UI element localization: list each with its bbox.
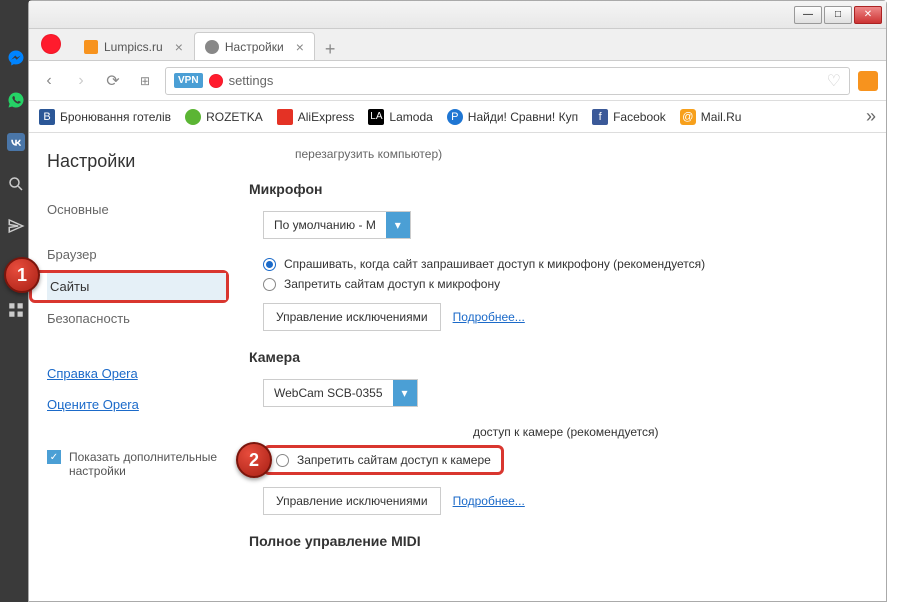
section-camera: Камера bbox=[249, 349, 866, 365]
gear-icon bbox=[205, 40, 219, 54]
vk-icon[interactable] bbox=[6, 132, 26, 152]
camera-radio-ask[interactable]: xx доступ к камере (рекомендуется) bbox=[263, 425, 866, 439]
highlight-sites: 1 Сайты bbox=[29, 270, 229, 303]
whatsapp-icon[interactable] bbox=[6, 90, 26, 110]
bookmark-item[interactable]: @Mail.Ru bbox=[680, 109, 742, 125]
tab-close-icon[interactable]: × bbox=[296, 39, 304, 55]
nav-security[interactable]: Безопасность bbox=[47, 303, 229, 334]
mic-select[interactable]: По умолчанию - М ▾ bbox=[263, 211, 411, 239]
camera-select[interactable]: WebCam SCB-0355 ▾ bbox=[263, 379, 418, 407]
forward-button[interactable]: › bbox=[69, 69, 93, 93]
radio-label: Запретить сайтам доступ к камере bbox=[297, 453, 491, 467]
truncated-text: перезагрузить компьютер) bbox=[295, 147, 866, 161]
select-value: WebCam SCB-0355 bbox=[264, 380, 393, 406]
settings-title: Настройки bbox=[47, 151, 229, 172]
checkbox-icon: ✓ bbox=[47, 450, 61, 464]
title-bar: — □ ✕ bbox=[29, 1, 886, 29]
step-badge-2: 2 bbox=[236, 442, 272, 478]
send-icon[interactable] bbox=[6, 216, 26, 236]
show-advanced-label: Показать дополнительные настройки bbox=[69, 450, 229, 478]
help-link[interactable]: Справка Opera bbox=[47, 366, 138, 381]
nav-browser[interactable]: Браузер bbox=[47, 239, 229, 270]
mic-radio-deny[interactable]: Запретить сайтам доступ к микрофону bbox=[263, 277, 866, 291]
opera-icon bbox=[209, 74, 223, 88]
close-button[interactable]: ✕ bbox=[854, 6, 882, 24]
bookmark-item[interactable]: ROZETKA bbox=[185, 109, 263, 125]
rate-link[interactable]: Оцените Opera bbox=[47, 397, 139, 412]
camera-radio-deny[interactable]: Запретить сайтам доступ к камере bbox=[276, 453, 491, 467]
settings-nav: Настройки Основные Браузер 1 Сайты Безоп… bbox=[29, 133, 229, 601]
tab-lumpics[interactable]: Lumpics.ru × bbox=[73, 32, 194, 60]
bookmark-item[interactable]: AliExpress bbox=[277, 109, 355, 125]
favicon-icon bbox=[84, 40, 98, 54]
nav-sites[interactable]: Сайты bbox=[47, 273, 226, 300]
radio-label: Запретить сайтам доступ к микрофону bbox=[284, 277, 500, 291]
mic-radio-ask[interactable]: Спрашивать, когда сайт запрашивает досту… bbox=[263, 257, 866, 271]
tab-settings[interactable]: Настройки × bbox=[194, 32, 315, 60]
toolbar: ‹ › ⟳ ⊞ VPN settings ♡ bbox=[29, 61, 886, 101]
tab-close-icon[interactable]: × bbox=[175, 39, 183, 55]
mic-exceptions-button[interactable]: Управление исключениями bbox=[263, 303, 441, 331]
tab-label: Настройки bbox=[225, 40, 284, 54]
highlight-camera-deny: 2 Запретить сайтам доступ к камере bbox=[263, 445, 504, 475]
radio-icon bbox=[263, 258, 276, 271]
step-badge-1: 1 bbox=[4, 257, 40, 293]
tab-strip: Lumpics.ru × Настройки × + bbox=[29, 29, 886, 61]
radio-icon bbox=[276, 454, 289, 467]
new-tab-button[interactable]: + bbox=[315, 39, 346, 60]
maximize-button[interactable]: □ bbox=[824, 6, 852, 24]
chevron-down-icon: ▾ bbox=[386, 212, 410, 238]
bookmarks-overflow-button[interactable]: » bbox=[866, 106, 876, 127]
camera-more-link[interactable]: Подробнее... bbox=[453, 494, 525, 508]
speed-dial-button[interactable]: ⊞ bbox=[133, 69, 157, 93]
section-midi: Полное управление MIDI bbox=[249, 533, 866, 549]
radio-icon bbox=[263, 278, 276, 291]
chevron-down-icon: ▾ bbox=[393, 380, 417, 406]
settings-content: перезагрузить компьютер) Микрофон По умо… bbox=[229, 133, 886, 601]
settings-page: Настройки Основные Браузер 1 Сайты Безоп… bbox=[29, 133, 886, 601]
select-value: По умолчанию - М bbox=[264, 212, 386, 238]
bookmark-item[interactable]: BБронювання готелів bbox=[39, 109, 171, 125]
messenger-icon[interactable] bbox=[6, 48, 26, 68]
minimize-button[interactable]: — bbox=[794, 6, 822, 24]
address-bar[interactable]: VPN settings ♡ bbox=[165, 67, 850, 95]
bookmark-icon[interactable]: ♡ bbox=[827, 71, 841, 91]
extension-icon[interactable] bbox=[858, 71, 878, 91]
bookmark-item[interactable]: LALamoda bbox=[368, 109, 432, 125]
opera-logo-icon[interactable] bbox=[41, 34, 61, 54]
camera-exceptions-button[interactable]: Управление исключениями bbox=[263, 487, 441, 515]
bookmark-item[interactable]: fFacebook bbox=[592, 109, 666, 125]
reload-button[interactable]: ⟳ bbox=[101, 69, 125, 93]
radio-label: Спрашивать, когда сайт запрашивает досту… bbox=[284, 257, 705, 271]
show-advanced-checkbox[interactable]: ✓ Показать дополнительные настройки bbox=[47, 450, 229, 478]
speed-dial-icon[interactable] bbox=[6, 300, 26, 320]
search-icon[interactable] bbox=[6, 174, 26, 194]
section-microphone: Микрофон bbox=[249, 181, 866, 197]
radio-label-suffix: доступ к камере (рекомендуется) bbox=[473, 425, 658, 439]
back-button[interactable]: ‹ bbox=[37, 69, 61, 93]
nav-basic[interactable]: Основные bbox=[47, 194, 229, 225]
url-text: settings bbox=[229, 73, 274, 88]
mic-more-link[interactable]: Подробнее... bbox=[453, 310, 525, 324]
browser-window: — □ ✕ Lumpics.ru × Настройки × + ‹ › ⟳ ⊞… bbox=[28, 0, 887, 602]
bookmark-item[interactable]: PНайди! Сравни! Куп bbox=[447, 109, 578, 125]
tab-label: Lumpics.ru bbox=[104, 40, 163, 54]
bookmarks-bar: BБронювання готелів ROZETKA AliExpress L… bbox=[29, 101, 886, 133]
vpn-badge[interactable]: VPN bbox=[174, 73, 203, 88]
